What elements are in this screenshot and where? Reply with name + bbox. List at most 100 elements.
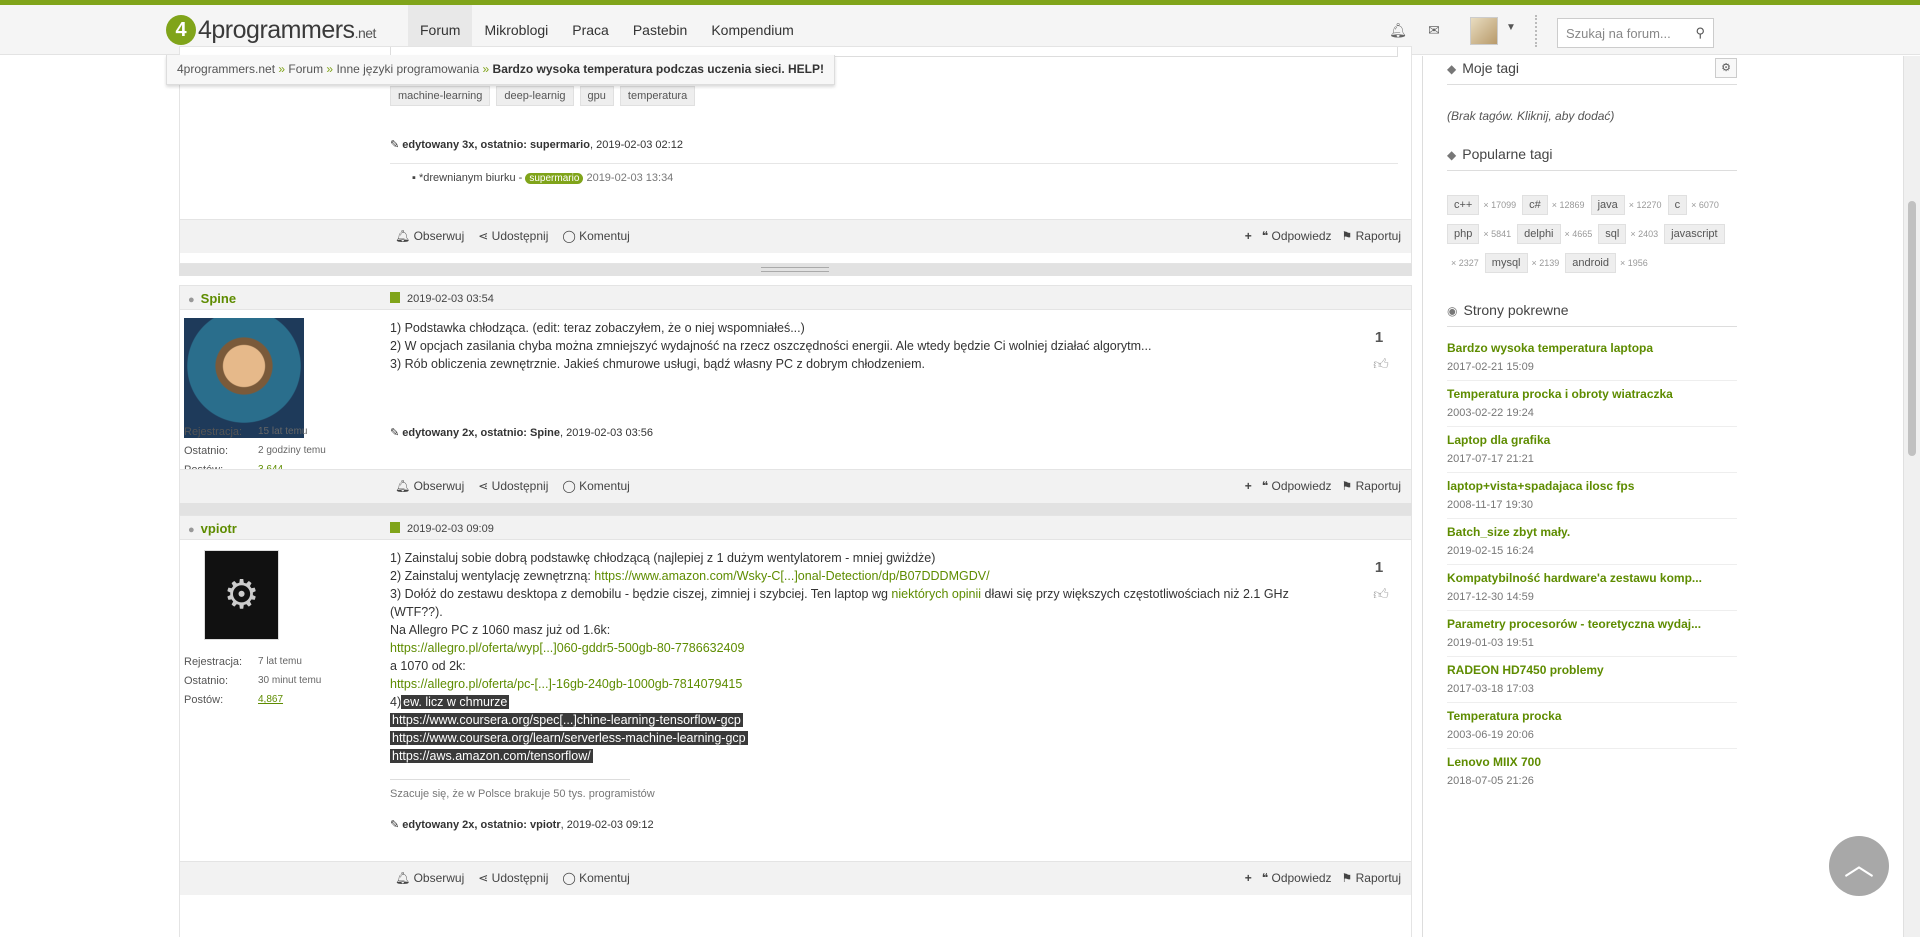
share-button[interactable]: ⋖ Udostępnij	[478, 229, 548, 243]
tag[interactable]: temperatura	[619, 86, 696, 106]
content-line: 1) Zainstaluj sobie dobrą podstawkę chło…	[390, 551, 936, 565]
similar-link[interactable]: RADEON HD7450 problemy	[1447, 663, 1737, 677]
post-document-icon	[390, 522, 400, 533]
post-content: 1) Podstawka chłodząca. (edit: teraz zob…	[390, 319, 1151, 373]
report-button[interactable]: ⚑ Raportuj	[1342, 229, 1401, 243]
list-item: Bardzo wysoka temperatura laptopa 2017-02…	[1447, 335, 1737, 381]
edit-user[interactable]: vpiotr	[530, 819, 561, 831]
no-tags-hint[interactable]: (Brak tagów. Kliknij, aby dodać)	[1447, 109, 1737, 123]
popular-tag[interactable]: c	[1667, 195, 1688, 215]
aws-link[interactable]: https://aws.amazon.com/tensorflow/	[392, 749, 591, 763]
popular-tag[interactable]: java	[1590, 195, 1625, 215]
opinions-link[interactable]: niektórych opinii	[891, 587, 981, 601]
similar-link[interactable]: Bardzo wysoka temperatura laptopa	[1447, 341, 1737, 355]
post-author[interactable]: ● vpiotr	[188, 521, 237, 536]
tag-count: × 2403	[1630, 229, 1659, 239]
plus-icon[interactable]: +	[1245, 229, 1252, 243]
report-button[interactable]: ⚑ Raportuj	[1342, 871, 1401, 885]
tag[interactable]: gpu	[579, 86, 614, 106]
coursera-link-1[interactable]: https://www.coursera.org/spec[...]chine-…	[392, 713, 741, 727]
eye-icon: ◉	[1447, 304, 1458, 318]
resize-handle[interactable]	[761, 267, 829, 272]
tag[interactable]: machine-learning	[390, 86, 491, 106]
content-line: 2) W opcjach zasilania chyba można zmnie…	[390, 339, 1152, 353]
comment-button[interactable]: ◯ Komentuj	[562, 871, 629, 885]
search-input[interactable]: Szukaj na forum... ⚲	[1557, 18, 1714, 48]
similar-link[interactable]: laptop+vista+spadajaca ilosc fps	[1447, 479, 1737, 493]
observe-button[interactable]: 🔔︎ Obserwuj	[395, 479, 464, 493]
similar-link[interactable]: Kompatybilność hardware'a zestawu komp..…	[1447, 571, 1737, 585]
plus-icon[interactable]: +	[1245, 479, 1252, 493]
breadcrumb-home[interactable]: 4programmers.net	[177, 62, 275, 76]
amazon-link[interactable]: https://www.amazon.com/Wsky-C[...]onal-D…	[594, 569, 989, 583]
edit-user[interactable]: supermario	[530, 139, 590, 151]
popular-tag[interactable]: android	[1565, 253, 1616, 273]
tag-count: × 2327	[1451, 258, 1479, 268]
edit-icon: ✎	[390, 139, 400, 151]
report-button[interactable]: ⚑ Raportuj	[1342, 479, 1401, 493]
breadcrumb-forum[interactable]: Forum	[288, 62, 323, 76]
edit-info: ✎ edytowany 2x, ostatnio: vpiotr, 2019-0…	[390, 819, 654, 831]
reply-button[interactable]: ❝ Odpowiedz	[1262, 479, 1332, 493]
similar-date: 2017-02-21 15:09	[1447, 361, 1534, 373]
scroll-to-top-button[interactable]: ︿	[1829, 836, 1889, 896]
thumbs-up-icon[interactable]: 👍︎	[1371, 586, 1391, 604]
bell-icon[interactable]: 🔔︎	[1380, 22, 1416, 39]
post-footer: 🔔︎ Obserwuj ⋖ Udostępnij ◯ Komentuj + ❝ …	[180, 861, 1411, 895]
reply-button[interactable]: ❝ Odpowiedz	[1262, 229, 1332, 243]
page-scrollbar[interactable]	[1903, 56, 1920, 937]
search-icon[interactable]: ⚲	[1695, 25, 1705, 41]
observe-button[interactable]: 🔔︎ Obserwuj	[395, 229, 464, 243]
posts-count-link[interactable]: 4,867	[258, 694, 283, 705]
coursera-link-2[interactable]: https://www.coursera.org/learn/serverles…	[392, 731, 746, 745]
post-author[interactable]: ● Spine	[188, 291, 236, 306]
user-avatar[interactable]	[1470, 17, 1498, 45]
popular-tag[interactable]: delphi	[1517, 224, 1561, 244]
scrollbar-thumb[interactable]	[1908, 201, 1916, 456]
edit-info: ✎ edytowany 3x, ostatnio: supermario, 20…	[390, 139, 683, 151]
list-item: Temperatura procka i obroty wiatraczka 20…	[1447, 381, 1737, 427]
similar-link[interactable]: Laptop dla grafika	[1447, 433, 1737, 447]
caret-down-icon[interactable]: ▼	[1506, 22, 1516, 33]
author-avatar[interactable]: ⚙	[204, 550, 279, 640]
list-item: Batch_size zbyt mały. 2019-02-15 16:24	[1447, 519, 1737, 565]
allegro-link-1[interactable]: https://allegro.pl/oferta/wyp[...]060-gd…	[390, 641, 744, 655]
similar-link[interactable]: Temperatura procka i obroty wiatraczka	[1447, 387, 1737, 401]
allegro-link-2[interactable]: https://allegro.pl/oferta/pc-[...]-16gb-…	[390, 677, 742, 691]
similar-link[interactable]: Parametry procesorów - teoretyczna wydaj…	[1447, 617, 1737, 631]
sidebar: ◆ Moje tagi ⚙ (Brak tagów. Kliknij, aby d…	[1447, 56, 1737, 787]
tag-count: × 17099	[1483, 200, 1517, 210]
observe-button[interactable]: 🔔︎ Obserwuj	[395, 871, 464, 885]
similar-link[interactable]: Batch_size zbyt mały.	[1447, 525, 1737, 539]
similar-pages-section: ◉ Strony pokrewne Bardzo wysoka temperatu…	[1447, 302, 1737, 795]
popular-tag[interactable]: c#	[1522, 195, 1548, 215]
author-avatar[interactable]	[184, 318, 304, 438]
popular-tag[interactable]: sql	[1598, 224, 1627, 244]
edit-prefix: edytowany 3x, ostatnio:	[402, 139, 527, 151]
popular-tag[interactable]: mysql	[1484, 253, 1528, 273]
post-date[interactable]: 2019-02-03 09:09	[390, 522, 494, 535]
post-date[interactable]: 2019-02-03 03:54	[390, 292, 494, 305]
reply-button[interactable]: ❝ Odpowiedz	[1262, 871, 1332, 885]
thumbs-up-icon[interactable]: 👍︎	[1371, 356, 1391, 374]
envelope-icon[interactable]: ✉	[1416, 22, 1452, 39]
popular-tag[interactable]: c++	[1447, 195, 1480, 215]
share-button[interactable]: ⋖ Udostępnij	[478, 871, 548, 885]
post-header: ● vpiotr 2019-02-03 09:09	[180, 516, 1411, 540]
edit-user[interactable]: Spine	[530, 427, 560, 439]
popular-tag[interactable]: javascript	[1664, 224, 1725, 244]
breadcrumb-category[interactable]: Inne języki programowania	[336, 62, 479, 76]
plus-icon[interactable]: +	[1245, 871, 1252, 885]
content-line: (WTF??).	[390, 605, 443, 619]
popular-tag[interactable]: php	[1447, 224, 1480, 244]
gear-icon[interactable]: ⚙	[1715, 58, 1737, 78]
tag[interactable]: deep-learnig	[496, 86, 574, 106]
edit-icon: ✎	[390, 819, 400, 831]
site-logo[interactable]: 4 4programmers.net	[166, 14, 376, 46]
comment-button[interactable]: ◯ Komentuj	[562, 229, 629, 243]
comment-button[interactable]: ◯ Komentuj	[562, 479, 629, 493]
similar-link[interactable]: Temperatura procka	[1447, 709, 1737, 723]
comment-user-badge[interactable]: supermario	[525, 173, 584, 184]
similar-link[interactable]: Lenovo MIIX 700	[1447, 755, 1737, 769]
share-button[interactable]: ⋖ Udostępnij	[478, 479, 548, 493]
